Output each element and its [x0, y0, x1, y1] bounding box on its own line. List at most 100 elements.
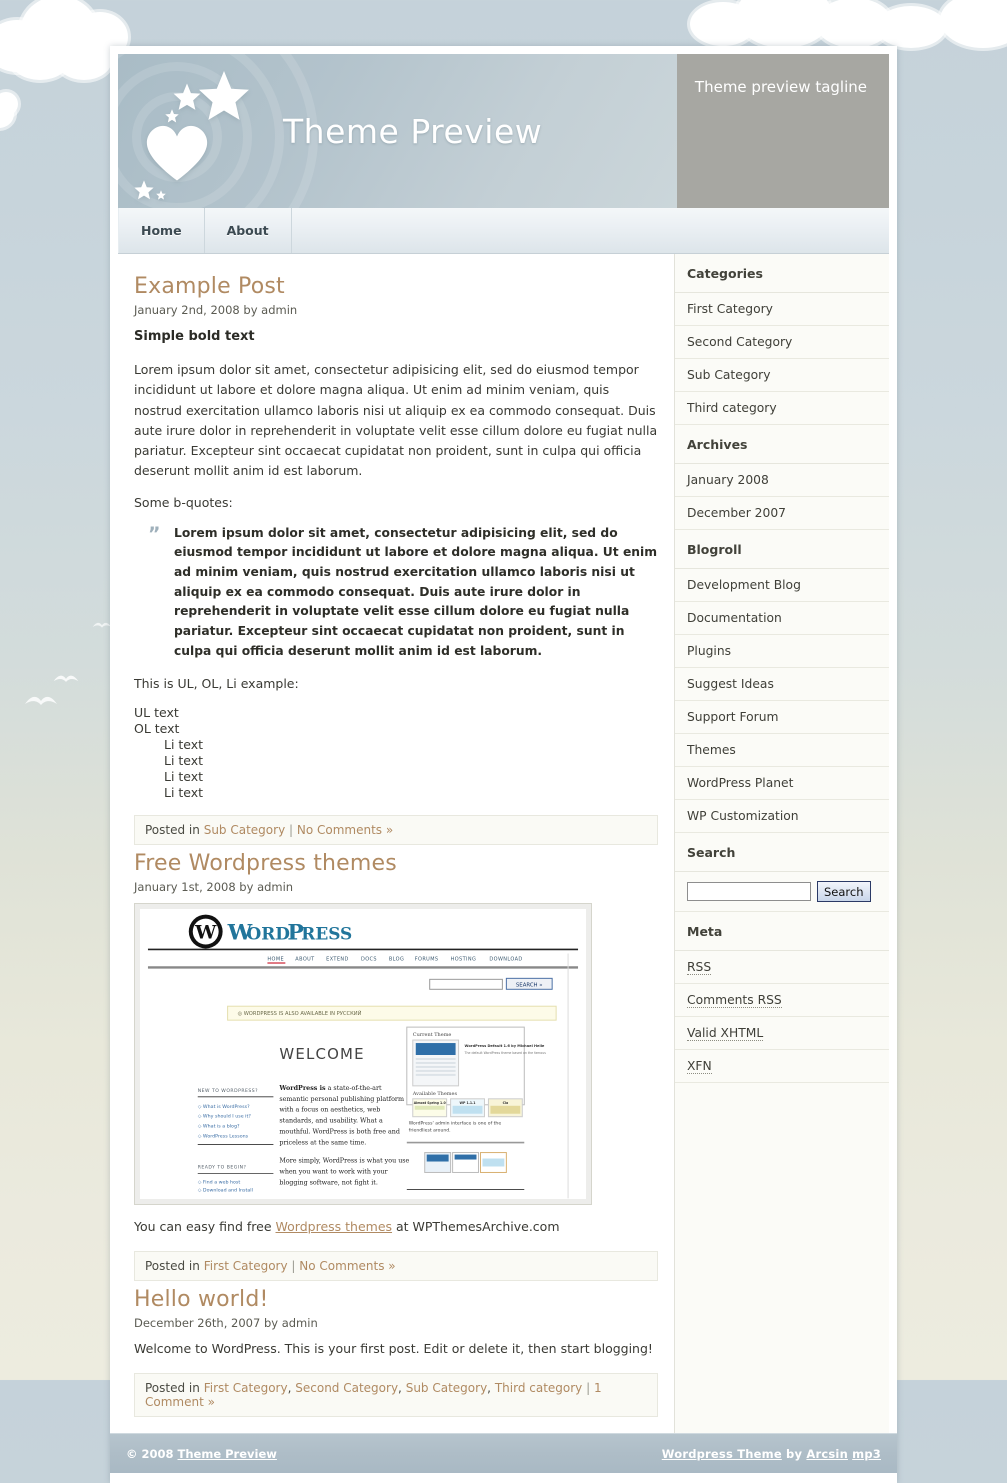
- widget-meta: Meta RSS Comments RSS Valid XHTML XFN: [675, 912, 889, 1083]
- sidebar-link-plugins[interactable]: Plugins: [675, 635, 889, 667]
- footer-author-link[interactable]: Arcsin: [806, 1447, 848, 1461]
- sidebar-link-valid-xhtml[interactable]: Valid XHTML: [675, 1017, 889, 1049]
- list-item: Li text: [164, 784, 204, 800]
- post-comments-link[interactable]: No Comments »: [299, 1259, 395, 1273]
- star-icon: [156, 190, 166, 200]
- svg-text:WordPress is a state-of-the-ar: WordPress is a state-of-the-art: [278, 1084, 382, 1092]
- list-item: Valid XHTML: [675, 1017, 889, 1050]
- svg-text:friendliest around.: friendliest around.: [409, 1127, 451, 1133]
- list-intro: This is UL, OL, Li example:: [134, 675, 299, 691]
- svg-text:ORD: ORD: [247, 923, 290, 943]
- sidebar-link-support-forum[interactable]: Support Forum: [675, 701, 889, 733]
- svg-text:EXTEND: EXTEND: [326, 956, 349, 962]
- nested-list: Li text Li text Li text Li text: [134, 737, 658, 801]
- site-tagline: Theme preview tagline: [676, 54, 889, 208]
- post-bold-lead: Simple bold text: [134, 329, 255, 344]
- post-title-link[interactable]: Hello world!: [134, 1287, 269, 1312]
- post-title-link[interactable]: Example Post: [134, 274, 285, 299]
- star-icon: [165, 109, 179, 123]
- list-item: Sub Category: [675, 359, 889, 392]
- svg-text:W: W: [194, 921, 217, 943]
- star-icon: [199, 71, 249, 120]
- svg-text:ABOUT: ABOUT: [295, 956, 315, 962]
- svg-text:WordPress Default 1.6 by Micha: WordPress Default 1.6 by Michael Heile: [465, 1044, 545, 1048]
- sidebar-link-suggest-ideas[interactable]: Suggest Ideas: [675, 668, 889, 700]
- post-category-link[interactable]: First Category: [204, 1381, 288, 1395]
- list-item: Suggest Ideas: [675, 668, 889, 701]
- nested-list-container: Li text Li text Li text Li text: [134, 737, 658, 801]
- svg-text:◇ Find a web host: ◇ Find a web host: [198, 1179, 241, 1185]
- sidebar-link-sub-category[interactable]: Sub Category: [675, 359, 889, 391]
- list-item: OL text: [134, 720, 180, 736]
- post-body: Lorem ipsum dolor sit amet, consectetur …: [134, 362, 658, 479]
- quote-intro: Some b-quotes:: [134, 494, 233, 510]
- list-item: Third category: [675, 392, 889, 425]
- wordpress-screenshot-frame: W W ORD P RESS HOME ABOUT EXTEND DOCS BL…: [134, 902, 592, 1205]
- widget-title: Categories: [675, 254, 889, 293]
- widget-list: First Category Second Category Sub Categ…: [675, 293, 889, 425]
- demo-list: UL text OL text Li text Li text Li text …: [134, 705, 658, 801]
- post-comments-link[interactable]: No Comments »: [297, 823, 393, 837]
- nav-item-home[interactable]: Home: [118, 208, 205, 253]
- sidebar-link-development-blog[interactable]: Development Blog: [675, 569, 889, 601]
- svg-text:RESS: RESS: [301, 923, 352, 943]
- sidebar-link-second-category[interactable]: Second Category: [675, 326, 889, 358]
- sidebar: Categories First Category Second Categor…: [674, 254, 889, 1434]
- sidebar-link-wordpress-planet[interactable]: WordPress Planet: [675, 767, 889, 799]
- search-input[interactable]: [687, 882, 811, 901]
- svg-text:mouthful. WordPress is both fr: mouthful. WordPress is both free and: [279, 1127, 400, 1135]
- widget-list: January 2008 December 2007: [675, 464, 889, 530]
- link-label: XFN: [687, 1059, 712, 1074]
- sidebar-link-december-2007[interactable]: December 2007: [675, 497, 889, 529]
- star-icon: [134, 180, 154, 200]
- svg-text:blogging software, not fight i: blogging software, not fight it.: [279, 1178, 377, 1186]
- post-hello-world: Hello world! December 26th, 2007 by admi…: [134, 1287, 658, 1418]
- link-label: Valid XHTML: [687, 1026, 764, 1041]
- post-title: Free Wordpress themes: [134, 851, 658, 876]
- post-category-link[interactable]: Sub Category: [406, 1381, 487, 1395]
- sidebar-link-comments-rss[interactable]: Comments RSS: [675, 984, 889, 1016]
- sidebar-link-xfn[interactable]: XFN: [675, 1050, 889, 1082]
- post-category-link[interactable]: Third category: [495, 1381, 582, 1395]
- sidebar-link-documentation[interactable]: Documentation: [675, 602, 889, 634]
- wordpress-themes-link[interactable]: Wordpress themes: [276, 1219, 393, 1234]
- post-blockquote: ” Lorem ipsum dolor sit amet, consectetu…: [148, 524, 658, 662]
- svg-text:HOME: HOME: [267, 956, 284, 962]
- sidebar-link-wp-customization[interactable]: WP Customization: [675, 800, 889, 832]
- post-example-post: Example Post January 2nd, 2008 by admin …: [134, 274, 658, 845]
- footer-mp3-link[interactable]: mp3: [852, 1447, 881, 1461]
- sidebar-link-first-category[interactable]: First Category: [675, 293, 889, 325]
- list-item: Themes: [675, 734, 889, 767]
- sidebar-link-january-2008[interactable]: January 2008: [675, 464, 889, 496]
- svg-text:standards, and usability. What: standards, and usability. What a: [279, 1116, 383, 1124]
- site-title-link[interactable]: Theme Preview: [283, 112, 542, 151]
- bird-icon: [24, 692, 58, 710]
- svg-text:The default WordPress theme ba: The default WordPress theme based on the…: [464, 1051, 547, 1055]
- svg-text:More simply, WordPress is what: More simply, WordPress is what you use: [279, 1156, 409, 1164]
- post-category-link[interactable]: Second Category: [295, 1381, 398, 1395]
- nav-item-about[interactable]: About: [205, 208, 292, 253]
- footer-theme-link[interactable]: Wordpress Theme: [662, 1447, 782, 1461]
- sidebar-link-rss[interactable]: RSS: [675, 951, 889, 983]
- site-footer: © 2008 Theme Preview Wordpress Theme by …: [110, 1433, 897, 1474]
- svg-text:BLOG: BLOG: [389, 956, 404, 962]
- site-branding: Theme Preview: [118, 54, 677, 208]
- sidebar-link-third-category[interactable]: Third category: [675, 392, 889, 424]
- footer-site-link[interactable]: Theme Preview: [178, 1447, 277, 1461]
- post-title-link[interactable]: Free Wordpress themes: [134, 851, 397, 876]
- list-item: UL text: [134, 704, 179, 720]
- svg-text:priceless at the same time.: priceless at the same time.: [279, 1138, 366, 1146]
- list-item: Li text: [164, 768, 204, 784]
- footer-credit: Wordpress Theme by Arcsin mp3: [662, 1447, 881, 1461]
- search-button[interactable]: Search: [817, 881, 871, 902]
- meta-separator: |: [289, 822, 294, 837]
- list-item: Support Forum: [675, 701, 889, 734]
- meta-comma: ,: [398, 1381, 402, 1396]
- post-free-wordpress-themes: Free Wordpress themes January 1st, 2008 …: [134, 851, 658, 1281]
- sidebar-link-themes[interactable]: Themes: [675, 734, 889, 766]
- widget-categories: Categories First Category Second Categor…: [675, 254, 889, 425]
- post-date: January 1st, 2008 by admin: [134, 879, 294, 894]
- list-item: Comments RSS: [675, 984, 889, 1017]
- post-category-link[interactable]: Sub Category: [204, 823, 285, 837]
- post-category-link[interactable]: First Category: [204, 1259, 288, 1273]
